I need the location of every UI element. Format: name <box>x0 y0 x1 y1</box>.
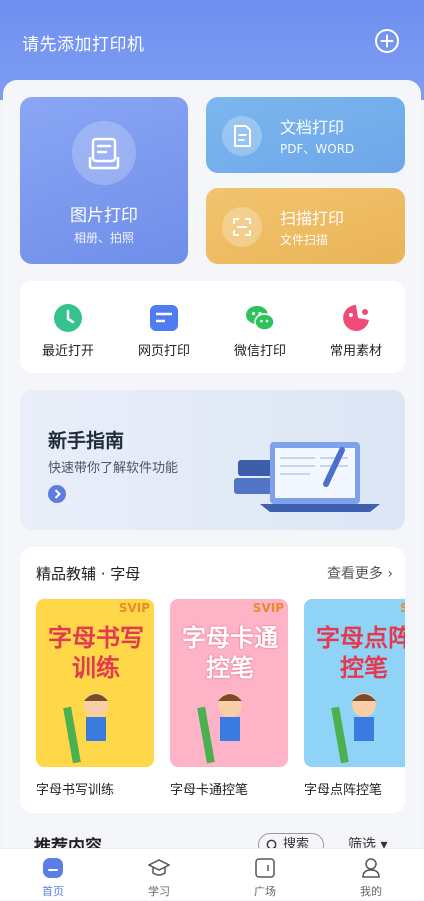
document-icon <box>222 116 262 156</box>
clock-icon <box>54 304 82 332</box>
doc-print-card[interactable]: 文档打印 PDF、WORD <box>206 97 405 173</box>
quick-item-recent[interactable]: 最近打开 <box>20 281 116 373</box>
bottom-tab-bar: 首页 学习 广场 我的 <box>0 848 424 900</box>
tab-label: 首页 <box>42 885 64 898</box>
svip-badge: SVIP <box>118 601 150 615</box>
image-print-subtitle: 相册、拍照 <box>73 231 134 245</box>
book-label: 字母卡通控笔 <box>170 783 249 798</box>
svip-badge: SVIP <box>252 601 284 615</box>
wechat-icon <box>246 306 275 331</box>
boy-pencil-icon <box>331 693 376 764</box>
quick-label: 常用素材 <box>329 344 382 359</box>
home-icon <box>43 858 63 878</box>
book-illustration-icon <box>234 442 380 512</box>
view-more-label: 查看更多 <box>326 566 383 582</box>
guide-title: 新手指南 <box>48 430 125 452</box>
tab-label: 学习 <box>148 885 170 898</box>
plus-circle-icon[interactable] <box>374 28 400 54</box>
doc-print-subtitle: PDF、WORD <box>280 142 355 156</box>
scan-print-subtitle: 文件扫描 <box>280 233 329 247</box>
graduation-cap-icon <box>148 859 170 876</box>
book-card[interactable]: SVIP 字母书写训练 字母书写训练 <box>36 599 154 798</box>
quick-item-wechat[interactable]: 微信打印 <box>212 281 308 373</box>
scan-print-card[interactable]: 扫描打印 文件扫描 <box>206 188 405 264</box>
image-print-title: 图片打印 <box>70 206 138 226</box>
book-label: 字母点阵控笔 <box>304 783 383 798</box>
tab-label: 广场 <box>254 885 276 898</box>
view-more-link[interactable]: 查看更多 › <box>327 563 393 583</box>
quick-label: 网页打印 <box>137 344 190 359</box>
chevron-right-icon: › <box>387 566 393 582</box>
beginner-guide-banner[interactable]: 新手指南 快速带你了解软件功能 <box>20 390 405 530</box>
scan-print-title: 扫描打印 <box>280 209 345 228</box>
book-cover: SVIP 字母书写训练 <box>36 599 154 767</box>
guide-subtitle: 快速带你了解软件功能 <box>48 461 179 476</box>
book-cover: SV 字母点阵控笔 <box>304 599 405 767</box>
arrow-right-icon[interactable] <box>48 485 66 503</box>
tab-mine[interactable]: 我的 <box>318 849 424 901</box>
material-icon <box>343 305 369 331</box>
scan-icon <box>222 207 262 247</box>
image-print-card[interactable]: 图片打印 相册、拍照 <box>20 97 188 264</box>
quick-actions: 最近打开 网页打印 微信打印 常用素材 <box>20 281 405 373</box>
image-tray-icon <box>72 121 136 185</box>
tab-home[interactable]: 首页 <box>0 849 106 901</box>
cover-title: 字母卡通控笔 <box>182 624 278 682</box>
quick-item-material[interactable]: 常用素材 <box>308 281 404 373</box>
course-section: 精品教辅 · 字母 查看更多 › SVIP 字母书写训练 字母书写训练 SVIP… <box>20 547 405 813</box>
book-card[interactable]: SVIP 字母卡通控笔 字母卡通控笔 <box>170 599 288 798</box>
quick-label: 微信打印 <box>233 344 286 359</box>
quick-label: 最近打开 <box>41 344 94 359</box>
tab-study[interactable]: 学习 <box>106 849 212 901</box>
square-icon <box>255 858 275 878</box>
user-icon <box>362 858 380 878</box>
book-label: 字母书写训练 <box>36 783 115 798</box>
cover-title: 字母点阵控笔 <box>316 624 405 682</box>
webpage-icon <box>150 305 178 331</box>
tab-label: 我的 <box>360 885 382 898</box>
boy-pencil-icon <box>197 693 242 764</box>
tab-square[interactable]: 广场 <box>212 849 318 901</box>
svip-badge: SV <box>400 601 405 615</box>
boy-pencil-icon <box>63 693 108 764</box>
course-title: 精品教辅 · 字母 <box>36 565 141 583</box>
header-title[interactable]: 请先添加打印机 <box>22 30 145 55</box>
book-cover: SVIP 字母卡通控笔 <box>170 599 288 767</box>
book-card[interactable]: SV 字母点阵控笔 字母点阵控笔 <box>304 599 405 798</box>
cover-title: 字母书写训练 <box>48 624 144 682</box>
quick-item-webpage[interactable]: 网页打印 <box>116 281 212 373</box>
doc-print-title: 文档打印 <box>280 118 345 137</box>
